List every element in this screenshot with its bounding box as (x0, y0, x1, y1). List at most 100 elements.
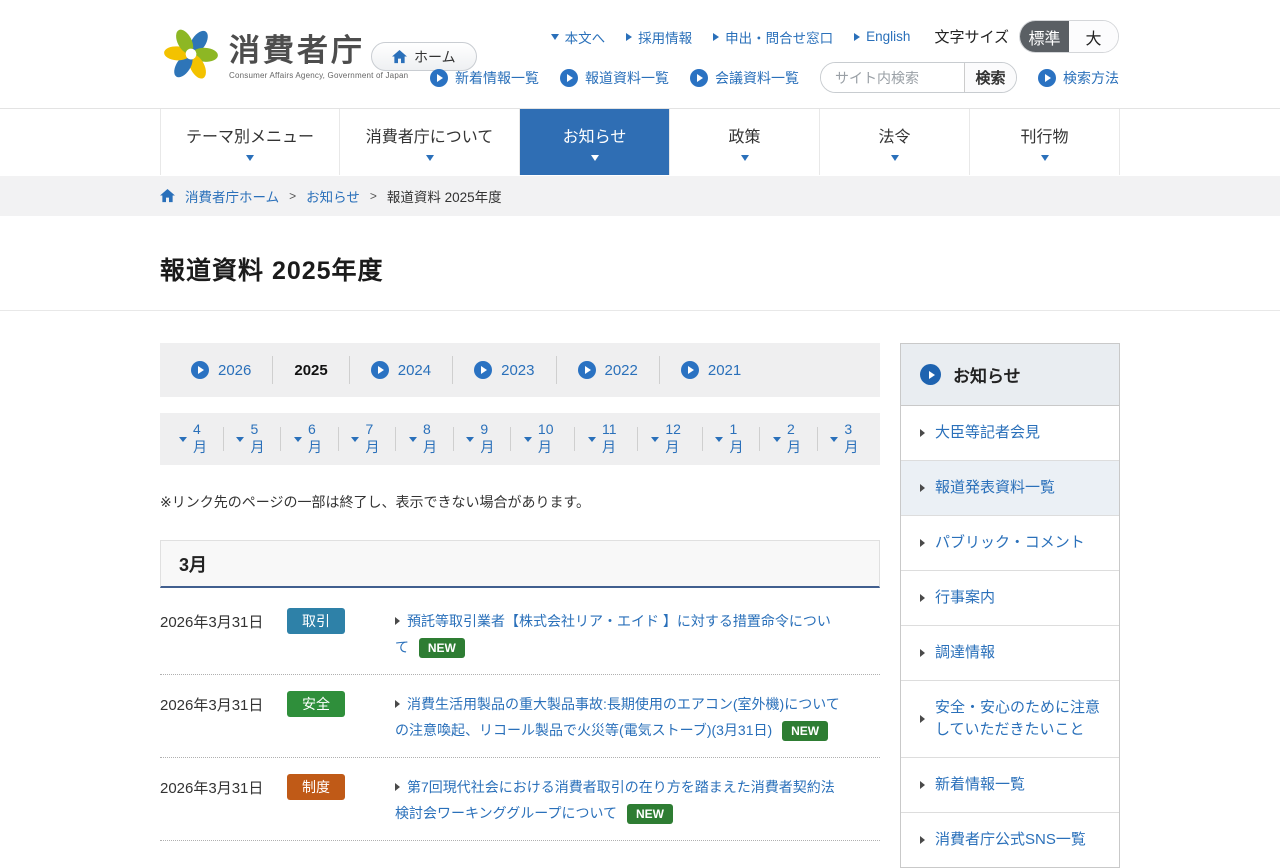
triangle-down-icon (351, 437, 359, 442)
month-label: 11月 (602, 421, 624, 457)
month-label: 1月 (729, 421, 746, 457)
new-badge: NEW (419, 638, 465, 658)
home-icon (392, 50, 407, 64)
chevron-down-icon (591, 155, 599, 161)
year-tab-2021[interactable]: 2021 (660, 361, 762, 379)
month-link-2[interactable]: 2月 (760, 421, 817, 457)
recruit-link[interactable]: 採用情報 (626, 27, 692, 47)
triangle-right-icon (920, 484, 925, 492)
year-label: 2025 (294, 362, 327, 379)
quick-links: 新着情報一覧 報道資料一覧 会議資料一覧 検索 検索方法 (430, 62, 1119, 93)
breadcrumb-home-link[interactable]: 消費者庁ホーム (185, 186, 279, 206)
font-size-standard-button[interactable]: 標準 (1020, 21, 1069, 52)
news-link[interactable]: 第7回現代社会における消費者取引の在り方を踏まえた消費者契約法検討会ワーキンググ… (395, 779, 835, 821)
year-tab-2023[interactable]: 2023 (453, 361, 555, 379)
triangle-right-icon (920, 781, 925, 789)
nav-laws[interactable]: 法令 (820, 109, 970, 175)
year-label: 2026 (218, 362, 251, 379)
news-link[interactable]: 消費生活用製品の重大製品事故:長期使用のエアコン(室外機)についての注意喚起、リ… (395, 696, 840, 738)
year-label: 2023 (501, 362, 534, 379)
sidebar-item-procurement[interactable]: 調達情報 (901, 626, 1119, 681)
month-link-8[interactable]: 8月 (396, 421, 453, 457)
month-label: 2月 (787, 421, 804, 457)
month-link-5[interactable]: 5月 (223, 421, 280, 457)
sidebar-item-label: パブリック・コメント (935, 532, 1085, 554)
sidebar-item-new-info[interactable]: 新着情報一覧 (901, 758, 1119, 813)
press-list-label: 報道資料一覧 (585, 68, 669, 88)
recruit-label: 採用情報 (638, 27, 692, 47)
circle-arrow-icon (578, 361, 596, 379)
category-badge: 取引 (287, 608, 345, 634)
font-size-label: 文字サイズ (934, 26, 1009, 47)
skip-to-content-label: 本文へ (565, 27, 606, 47)
year-tab-2022[interactable]: 2022 (557, 361, 659, 379)
search-button[interactable]: 検索 (964, 62, 1016, 93)
nav-label: 法令 (878, 123, 910, 147)
font-size-toggle: 標準 大 (1019, 20, 1119, 53)
month-link-1[interactable]: 1月 (702, 421, 759, 457)
contact-link[interactable]: 申出・問合せ窓口 (713, 27, 833, 47)
sidebar-item-label: 調達情報 (935, 642, 995, 664)
sidebar-item-label: 消費者庁公式SNS一覧 (935, 829, 1086, 851)
utility-links: 本文へ 採用情報 申出・問合せ窓口 English 文字サイズ 標準 大 (551, 20, 1119, 53)
month-link-4[interactable]: 4月 (166, 421, 223, 457)
global-navigation: テーマ別メニュー 消費者庁について お知らせ 政策 法令 刊行物 (160, 109, 1120, 175)
sidebar-item-press-conference[interactable]: 大臣等記者会見 (901, 406, 1119, 461)
month-link-6[interactable]: 6月 (281, 421, 338, 457)
sidebar-item-press-releases[interactable]: 報道発表資料一覧 (901, 461, 1119, 516)
skip-to-content-link[interactable]: 本文へ (551, 27, 606, 47)
chevron-down-icon (426, 155, 434, 161)
news-list: 2026年3月31日 取引 預託等取引業者【株式会社リア・エイド 】に対する措置… (160, 592, 880, 841)
breadcrumb-bar: 消費者庁ホーム > お知らせ > 報道資料 2025年度 (0, 176, 1280, 216)
triangle-down-icon (294, 437, 302, 442)
year-label: 2021 (708, 362, 741, 379)
year-tab-2024[interactable]: 2024 (350, 361, 452, 379)
nav-notice[interactable]: お知らせ (520, 109, 670, 175)
font-size-large-button[interactable]: 大 (1069, 21, 1118, 52)
english-link[interactable]: English (854, 29, 910, 44)
circle-arrow-icon (430, 69, 448, 87)
month-link-11[interactable]: 11月 (575, 421, 637, 457)
nav-about-agency[interactable]: 消費者庁について (340, 109, 520, 175)
sidebar-header: お知らせ (901, 344, 1119, 406)
sidebar-item-safety-caution[interactable]: 安全・安心のために注意していただきたいこと (901, 681, 1119, 758)
month-link-12[interactable]: 12月 (638, 421, 701, 457)
month-link-7[interactable]: 7月 (338, 421, 395, 457)
chevron-down-icon (891, 155, 899, 161)
new-badge: NEW (627, 804, 673, 824)
pinwheel-logo-icon (163, 24, 219, 82)
chevron-down-icon (246, 155, 254, 161)
contact-label: 申出・問合せ窓口 (725, 27, 833, 47)
new-info-list-link[interactable]: 新着情報一覧 (430, 68, 539, 88)
site-header: 消費者庁 Consumer Affairs Agency, Government… (0, 0, 1280, 108)
triangle-right-icon (920, 836, 925, 844)
english-label: English (866, 29, 910, 44)
meeting-list-link[interactable]: 会議資料一覧 (690, 68, 799, 88)
search-input[interactable] (821, 63, 964, 92)
triangle-down-icon (236, 437, 244, 442)
month-link-3[interactable]: 3月 (817, 421, 874, 457)
sidebar-item-label: 大臣等記者会見 (935, 422, 1040, 444)
year-tab-2026[interactable]: 2026 (170, 361, 272, 379)
sidebar-item-public-comment[interactable]: パブリック・コメント (901, 516, 1119, 571)
search-help-link[interactable]: 検索方法 (1038, 68, 1119, 88)
news-row: 2026年3月31日 取引 預託等取引業者【株式会社リア・エイド 】に対する措置… (160, 592, 880, 675)
press-list-link[interactable]: 報道資料一覧 (560, 68, 669, 88)
news-content: 預託等取引業者【株式会社リア・エイド 】に対する措置命令について NEW (395, 608, 840, 660)
month-link-9[interactable]: 9月 (453, 421, 510, 457)
circle-arrow-icon (1038, 69, 1056, 87)
sidebar-item-label: 行事案内 (935, 587, 995, 609)
triangle-right-icon (395, 617, 400, 625)
breadcrumb-section-link[interactable]: お知らせ (306, 186, 360, 206)
nav-policy[interactable]: 政策 (670, 109, 820, 175)
triangle-right-icon (920, 715, 925, 723)
news-date: 2026年3月31日 (160, 774, 287, 798)
nav-theme-menu[interactable]: テーマ別メニュー (160, 109, 340, 175)
nav-publications[interactable]: 刊行物 (970, 109, 1120, 175)
month-link-10[interactable]: 10月 (511, 421, 574, 457)
sidebar-item-partial[interactable]: 消費者庁公式SNS一覧 (901, 813, 1119, 867)
nav-label: 刊行物 (1020, 123, 1068, 147)
sidebar-item-events[interactable]: 行事案内 (901, 571, 1119, 626)
triangle-down-icon (524, 437, 532, 442)
home-icon (160, 189, 175, 203)
